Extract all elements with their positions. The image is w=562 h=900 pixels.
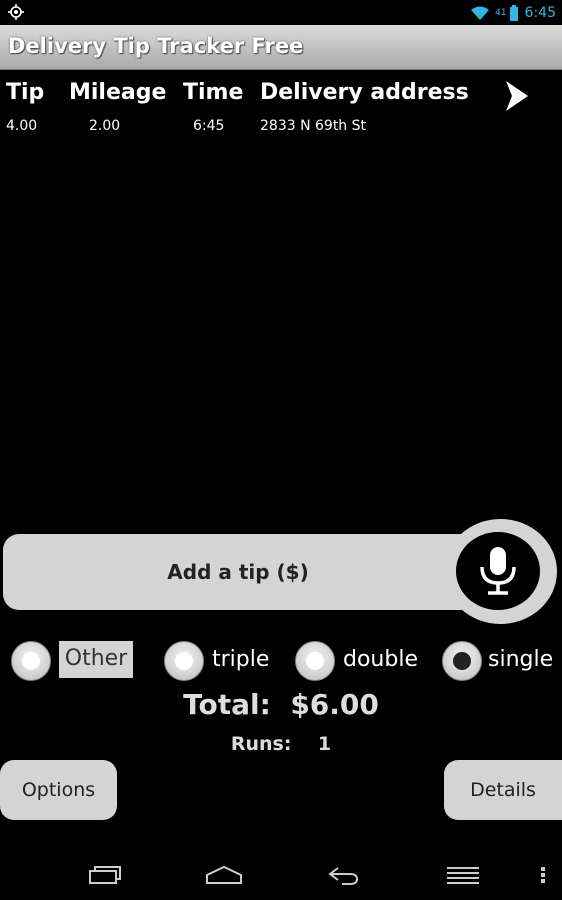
header-tip: Tip (6, 80, 45, 105)
wifi-icon (471, 6, 490, 20)
app-title: Delivery Tip Tracker Free (8, 34, 304, 58)
cell-time: 6:45 (193, 118, 225, 134)
header-mileage: Mileage (69, 80, 167, 105)
overflow-menu-icon[interactable] (538, 864, 548, 886)
single-label: single (488, 647, 554, 672)
status-time: 6:45 (524, 4, 556, 21)
options-button[interactable]: Options (0, 760, 117, 820)
header-time: Time (183, 80, 244, 105)
header-delivery-address: Delivery address (260, 80, 469, 105)
details-button[interactable]: Details (444, 760, 562, 820)
home-icon[interactable] (205, 864, 243, 886)
menu-icon[interactable] (445, 864, 481, 886)
status-bar: 41 6:45 (0, 0, 562, 25)
total-value: $6.00 (290, 688, 379, 721)
radio-other[interactable] (11, 641, 51, 681)
radio-single[interactable] (442, 641, 482, 681)
title-bar: Delivery Tip Tracker Free (0, 25, 562, 70)
double-label: double (343, 647, 418, 672)
back-icon[interactable] (326, 864, 360, 886)
cell-tip: 4.00 (6, 118, 38, 134)
runs-line: Runs: 1 (0, 733, 562, 755)
total-label: Total: (183, 688, 271, 721)
runs-value: 1 (317, 733, 332, 755)
other-label: Other (64, 646, 128, 671)
gps-icon (8, 4, 24, 20)
triple-label: triple (212, 647, 270, 672)
voice-input-button[interactable] (456, 532, 540, 610)
add-tip-label: Add a tip ($) (167, 560, 309, 584)
chevron-right-icon[interactable] (499, 78, 535, 114)
battery-icon (509, 4, 518, 21)
other-amount-field[interactable]: Other (59, 641, 133, 678)
radio-double[interactable] (295, 641, 335, 681)
recent-apps-icon[interactable] (88, 864, 122, 886)
navigation-bar (0, 852, 562, 900)
microphone-icon (480, 547, 516, 595)
cell-mileage: 2.00 (89, 118, 121, 134)
total-line: Total: $6.00 (0, 688, 562, 721)
cell-address: 2833 N 69th St (260, 118, 367, 134)
runs-label: Runs: (230, 733, 292, 755)
radio-triple[interactable] (164, 641, 204, 681)
signal-strength: 41 (495, 7, 507, 18)
add-tip-button[interactable]: Add a tip ($) (3, 534, 485, 610)
